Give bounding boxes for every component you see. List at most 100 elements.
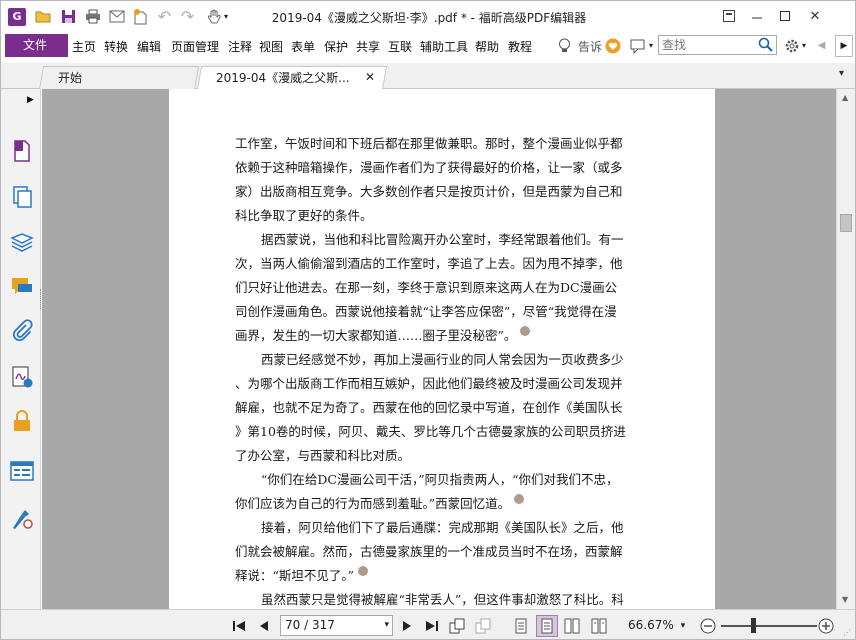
ribbon-scroll-left-icon[interactable]: ◀: [813, 37, 830, 54]
open-folder-icon[interactable]: [35, 8, 52, 25]
footnote-marker-icon[interactable]: [520, 326, 531, 336]
new-document-icon[interactable]: [132, 8, 149, 25]
menu-tutorial[interactable]: 教程: [508, 38, 532, 55]
maximize-icon[interactable]: [775, 6, 795, 26]
zoom-dropdown-icon[interactable]: ▾: [675, 618, 691, 634]
minimize-icon[interactable]: [747, 6, 767, 26]
zoom-level[interactable]: 66.67%: [628, 618, 674, 632]
text-line[interactable]: 们只好让他进去。在那一刻，李终于意识到原来这两人在为DC漫画公: [235, 276, 649, 300]
form-fields-icon[interactable]: [10, 459, 34, 485]
text-line[interactable]: 虽然西蒙只是觉得被解雇“非常丢人”，但这件事却激怒了科比。科: [235, 588, 649, 609]
zoom-in-icon[interactable]: [818, 618, 834, 634]
tab-list-dropdown-icon[interactable]: ▾: [839, 68, 844, 79]
footnote-marker-icon[interactable]: [514, 494, 525, 504]
print-icon[interactable]: [84, 8, 101, 25]
text-line[interactable]: 西蒙已经感觉不妙，再加上漫画行业的同人常会因为一页收费多少: [235, 348, 649, 372]
page-number-field[interactable]: 70 / 317 ▾: [280, 615, 393, 636]
previous-view-icon[interactable]: [449, 618, 465, 634]
tell-me-label[interactable]: 告诉: [578, 38, 602, 55]
continuous-view-icon[interactable]: [536, 615, 558, 637]
menu-home[interactable]: 主页: [72, 38, 96, 55]
text-line[interactable]: 据西蒙说，当他和科比冒险离开办公室时，李经常跟着他们。有一: [235, 228, 649, 252]
text-line[interactable]: 接着，阿贝给他们下了最后通牒：完成那期《美国队长》之后，他: [235, 516, 649, 540]
text-line[interactable]: 次，当两人偷偷溜到酒店的工作室时，李追了上去。因为甩不掉李，他: [235, 252, 649, 276]
menu-form[interactable]: 表单: [291, 38, 315, 55]
menu-connect[interactable]: 互联: [388, 38, 412, 55]
scrollbar-thumb[interactable]: [840, 214, 852, 232]
redo-icon[interactable]: ↷: [179, 7, 196, 26]
vertical-scrollbar[interactable]: ▲ ▼: [836, 89, 855, 609]
zoom-out-icon[interactable]: [700, 618, 716, 634]
pdf-page[interactable]: 工作室，午饭时间和下班后都在那里做兼职。那时，整个漫画业似乎都 依赖于这种暗箱操作…: [169, 89, 715, 609]
security-lock-icon[interactable]: [10, 409, 34, 435]
menu-convert[interactable]: 转换: [104, 38, 128, 55]
tab-start[interactable]: 开始: [38, 66, 200, 90]
text-line[interactable]: 》第10卷的时候，阿贝、戴夫、罗比等几个古德曼家族的公司职员挤进: [235, 420, 649, 444]
settings-gear-icon[interactable]: [783, 37, 800, 54]
text-line[interactable]: 画界，发生的一切大家都知道……圈子里没秘密”。: [235, 324, 649, 348]
continuous-facing-view-icon[interactable]: [591, 618, 607, 634]
undo-icon[interactable]: ↶: [156, 7, 173, 26]
resize-grip-icon[interactable]: ⋰: [843, 628, 851, 637]
text-line[interactable]: 了办公室，与西蒙和科比对质。: [235, 444, 649, 468]
menu-accessibility[interactable]: 辅助工具: [420, 38, 468, 55]
app-logo[interactable]: G: [8, 8, 26, 26]
zoom-slider-thumb[interactable]: [751, 618, 756, 633]
close-window-icon[interactable]: ✕: [805, 6, 825, 26]
expand-sidebar-icon[interactable]: ▶: [27, 95, 34, 105]
lightbulb-icon[interactable]: [556, 37, 573, 54]
text-line[interactable]: 你们应该为自己的行为而感到羞耻。”西蒙回忆道。: [235, 492, 649, 516]
document-viewport[interactable]: 工作室，午饭时间和下班后都在那里做兼职。那时，整个漫画业似乎都 依赖于这种暗箱操作…: [42, 89, 836, 609]
page-thumbnails-icon[interactable]: [10, 139, 34, 165]
page-dropdown-icon[interactable]: ▾: [384, 616, 389, 635]
search-icon[interactable]: [758, 37, 773, 55]
last-page-icon[interactable]: [424, 618, 440, 634]
text-line[interactable]: 释说：“斯坦不见了。”: [235, 564, 649, 588]
facing-view-icon[interactable]: [564, 618, 580, 634]
ribbon-scroll-right-icon[interactable]: ▶: [835, 35, 853, 57]
text-line[interactable]: 家）出版商相互竞争。大多数创作者只是按页计价，但是西蒙为自己和: [235, 180, 649, 204]
settings-dropdown-icon[interactable]: ▾: [799, 37, 809, 54]
feedback-heart-icon[interactable]: [604, 37, 621, 54]
menu-page-management[interactable]: 页面管理: [171, 38, 219, 55]
page-text-block[interactable]: 工作室，午饭时间和下班后都在那里做兼职。那时，整个漫画业似乎都 依赖于这种暗箱操作…: [235, 132, 649, 609]
layers-icon[interactable]: [10, 231, 34, 257]
hand-tool-icon[interactable]: [205, 8, 222, 25]
comments-panel-icon[interactable]: [10, 275, 34, 301]
ribbon-display-icon[interactable]: [719, 6, 739, 26]
certificate-tool-icon[interactable]: [10, 507, 34, 533]
next-page-icon[interactable]: [399, 618, 415, 634]
menu-protect[interactable]: 保护: [324, 38, 348, 55]
text-line[interactable]: 依赖于这种暗箱操作，漫画作者们为了获得最好的价格，让一家（或多: [235, 156, 649, 180]
file-menu-button[interactable]: 文件: [5, 34, 68, 57]
text-line[interactable]: 们就会被解雇。然而，古德曼家族里的一个准成员当时不在场，西蒙解: [235, 540, 649, 564]
single-page-view-icon[interactable]: [513, 618, 529, 634]
text-line[interactable]: 、为哪个出版商工作而相互嫉妒，因此他们最终被及时漫画公司发现并: [235, 372, 649, 396]
scroll-up-icon[interactable]: ▲: [842, 93, 848, 102]
attachments-icon[interactable]: [10, 319, 34, 345]
text-line[interactable]: 科比争取了更好的条件。: [235, 204, 649, 228]
comment-dropdown-icon[interactable]: ▾: [646, 37, 656, 54]
footnote-marker-icon[interactable]: [358, 566, 369, 576]
menu-help[interactable]: 帮助: [475, 38, 499, 55]
previous-page-icon[interactable]: [256, 618, 272, 634]
customize-dropdown-icon[interactable]: ▾: [221, 8, 231, 25]
save-icon[interactable]: [60, 8, 77, 25]
email-icon[interactable]: [108, 8, 125, 25]
search-input[interactable]: [659, 36, 755, 54]
menu-share[interactable]: 共享: [356, 38, 380, 55]
first-page-icon[interactable]: [231, 618, 247, 634]
comment-tools-icon[interactable]: [629, 37, 646, 54]
scroll-down-icon[interactable]: ▼: [842, 595, 848, 604]
zoom-slider-track[interactable]: [721, 625, 817, 627]
next-view-icon[interactable]: [475, 618, 491, 634]
text-line[interactable]: “你们在给DC漫画公司干活，”阿贝指责两人，“你们对我们不忠，: [235, 468, 649, 492]
close-tab-icon[interactable]: ✕: [365, 70, 375, 84]
text-line[interactable]: 解雇，也就不足为奇了。西蒙在他的回忆录中写道，在创作《美国队长: [235, 396, 649, 420]
pages-panel-icon[interactable]: [10, 185, 34, 211]
menu-view[interactable]: 视图: [259, 38, 283, 55]
text-line[interactable]: 工作室，午饭时间和下班后都在那里做兼职。那时，整个漫画业似乎都: [235, 132, 649, 156]
menu-edit[interactable]: 编辑: [137, 38, 161, 55]
signatures-icon[interactable]: [10, 365, 34, 391]
tab-document[interactable]: 2019-04《漫威之父斯...: [196, 66, 388, 90]
